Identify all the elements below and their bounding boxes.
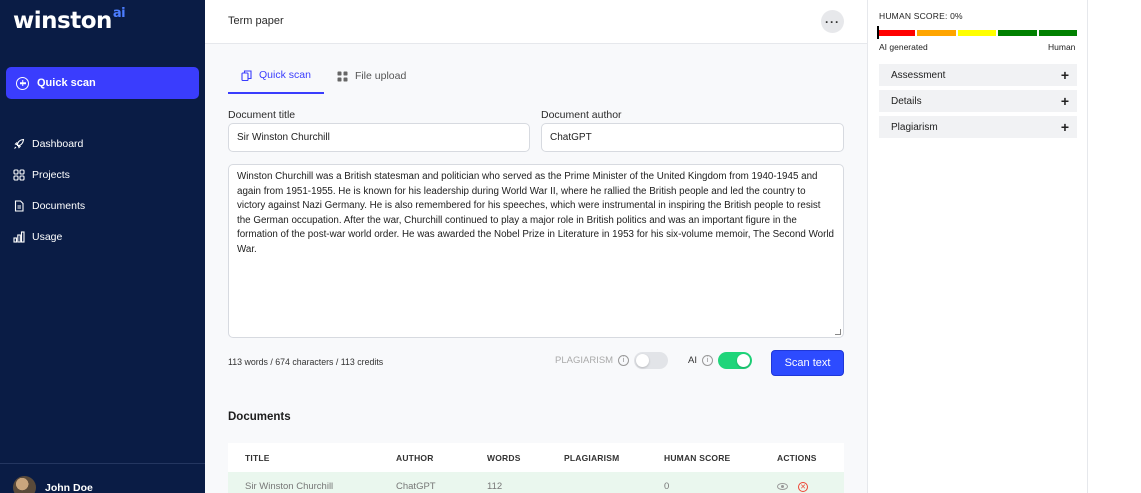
sidebar: winstonai Quick scan Dashboard Projects … xyxy=(0,0,205,493)
scan-text-button[interactable]: Scan text xyxy=(771,350,844,376)
documents-heading: Documents xyxy=(228,411,291,423)
plus-icon: + xyxy=(1060,93,1069,109)
sidebar-item-dashboard[interactable]: Dashboard xyxy=(13,128,85,159)
sidebar-item-label: Projects xyxy=(32,168,70,181)
row-title: Sir Winston Churchill xyxy=(245,481,334,492)
sidebar-item-usage[interactable]: Usage xyxy=(13,221,85,252)
score-segment xyxy=(917,30,956,36)
main-header: Term paper ··· xyxy=(205,0,867,44)
page-title: Term paper xyxy=(228,15,284,27)
plus-circle-icon xyxy=(16,76,29,90)
bar-chart-icon xyxy=(13,230,25,243)
tab-file-upload[interactable]: File upload xyxy=(324,58,419,94)
plagiarism-toggle-group: PLAGIARISM i xyxy=(555,352,669,369)
copy-document-icon xyxy=(241,69,252,81)
resize-handle-icon[interactable] xyxy=(835,329,841,335)
logo[interactable]: winstonai xyxy=(13,6,126,34)
info-icon[interactable]: i xyxy=(701,355,713,366)
grid-icon xyxy=(337,71,348,81)
plagiarism-switch[interactable] xyxy=(634,352,669,369)
column-header[interactable]: AUTHOR xyxy=(396,453,434,463)
row-human-score: 0 xyxy=(664,481,670,492)
quick-scan-button[interactable]: Quick scan xyxy=(6,67,199,99)
tab-label: File upload xyxy=(354,70,407,82)
document-text: Winston Churchill was a British statesma… xyxy=(237,171,834,255)
app-root: winstonai Quick scan Dashboard Projects … xyxy=(0,0,1141,493)
accordion-plagiarism[interactable]: Plagiarism + xyxy=(879,116,1077,138)
switch-knob xyxy=(636,354,650,367)
table-header: TITLE AUTHOR WORDS PLAGIARISM HUMAN SCOR… xyxy=(228,443,844,472)
score-segment xyxy=(957,30,997,36)
plus-icon: + xyxy=(1060,67,1069,83)
column-header[interactable]: TITLE xyxy=(245,453,270,463)
grid-icon xyxy=(13,168,25,181)
scale-right-label: Human xyxy=(1048,42,1076,52)
document-title-label: Document title xyxy=(228,109,296,121)
row-author: ChatGPT xyxy=(396,481,436,492)
score-segment xyxy=(998,30,1037,36)
info-icon[interactable]: i xyxy=(618,355,630,366)
sidebar-item-label: Dashboard xyxy=(32,137,84,150)
document-icon xyxy=(14,199,24,212)
document-author-input[interactable] xyxy=(541,123,844,152)
score-panel: HUMAN SCORE: 0% AI generated Human Asses… xyxy=(867,0,1088,493)
more-options-button[interactable]: ··· xyxy=(821,10,844,33)
quick-scan-label: Quick scan xyxy=(37,77,96,89)
ai-label: AI xyxy=(688,355,697,366)
main-content: Term paper ··· Quick scan File upload Do… xyxy=(205,0,867,493)
ai-toggle-group: AI i xyxy=(688,352,752,369)
more-icon: ··· xyxy=(825,14,840,29)
avatar xyxy=(13,476,36,493)
user-name: John Doe xyxy=(45,481,93,493)
column-header[interactable]: WORDS xyxy=(487,453,521,463)
document-author-label: Document author xyxy=(541,109,622,121)
plagiarism-label: PLAGIARISM xyxy=(555,355,614,366)
human-score-label: HUMAN SCORE: 0% xyxy=(879,11,963,21)
score-marker xyxy=(877,26,879,39)
rocket-icon xyxy=(14,138,25,149)
accordion-label: Plagiarism xyxy=(891,121,938,133)
document-text-area[interactable]: Winston Churchill was a British statesma… xyxy=(228,164,844,338)
tab-quick-scan[interactable]: Quick scan xyxy=(228,58,324,94)
logo-suffix: ai xyxy=(112,6,126,22)
column-header[interactable]: HUMAN SCORE xyxy=(664,453,730,463)
row-words: 112 xyxy=(487,481,503,492)
plus-icon: + xyxy=(1060,119,1069,135)
column-header: ACTIONS xyxy=(777,452,817,463)
table-row[interactable]: Sir Winston Churchill ChatGPT 112 0 ✕ xyxy=(228,472,844,493)
sidebar-item-label: Documents xyxy=(32,199,86,212)
eye-icon[interactable] xyxy=(777,483,788,490)
document-title-input[interactable] xyxy=(228,123,530,152)
column-header[interactable]: PLAGIARISM xyxy=(564,453,619,463)
document-counts: 113 words / 674 characters / 113 credits xyxy=(228,357,384,367)
logo-text: winston xyxy=(13,8,112,34)
tab-label: Quick scan xyxy=(259,69,311,81)
documents-table: TITLE AUTHOR WORDS PLAGIARISM HUMAN SCOR… xyxy=(228,443,844,493)
accordion-label: Assessment xyxy=(891,69,946,81)
sidebar-item-label: Usage xyxy=(32,230,63,243)
sidebar-nav: Dashboard Projects Documents Usage xyxy=(13,128,85,252)
tab-bar: Quick scan File upload xyxy=(228,58,419,94)
delete-icon[interactable]: ✕ xyxy=(798,481,808,492)
sidebar-divider xyxy=(0,463,205,464)
accordion-details[interactable]: Details + xyxy=(879,90,1077,112)
scale-left-label: AI generated xyxy=(879,42,928,52)
ai-switch[interactable] xyxy=(717,352,752,369)
sidebar-item-projects[interactable]: Projects xyxy=(13,159,85,190)
switch-knob xyxy=(736,354,750,367)
score-segment xyxy=(877,30,916,36)
accordion-label: Details xyxy=(891,95,922,107)
user-profile[interactable]: John Doe xyxy=(13,476,93,493)
score-segment xyxy=(1038,30,1078,36)
row-actions: ✕ xyxy=(777,481,808,492)
score-bar xyxy=(877,29,1078,37)
sidebar-item-documents[interactable]: Documents xyxy=(13,190,85,221)
accordion-assessment[interactable]: Assessment + xyxy=(879,64,1077,86)
